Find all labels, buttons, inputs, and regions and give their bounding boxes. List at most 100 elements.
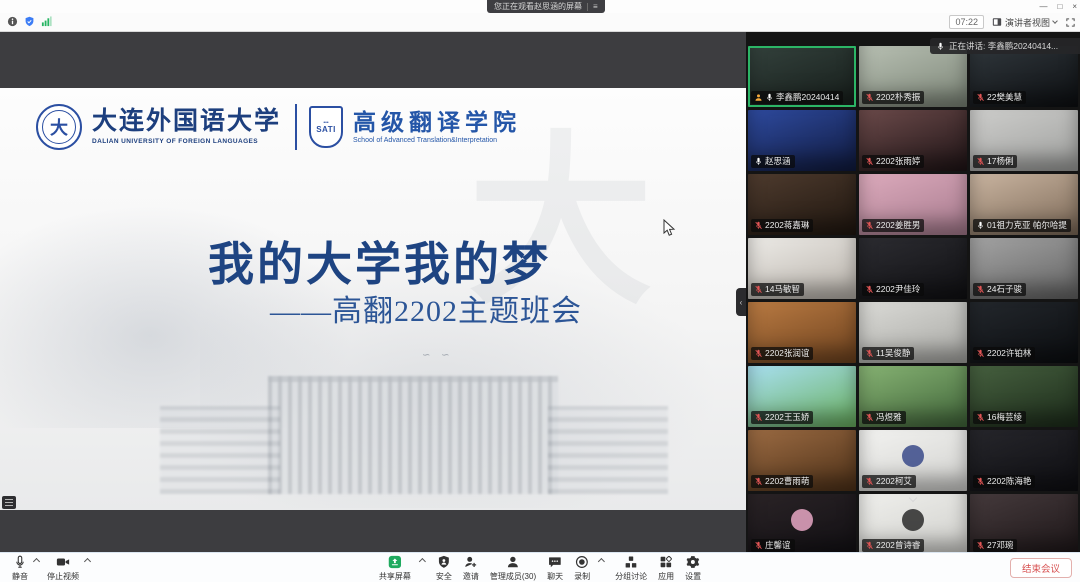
school-name-block: 高级翻译学院 School of Advanced Translation&In… <box>353 110 521 144</box>
participant-badge: 2202王玉娇 <box>751 411 813 424</box>
main-area: 大 大 大连外国语大学 DALIAN UNIVERSITY OF FOREIGN… <box>0 32 1080 552</box>
mic-muted-icon <box>976 93 985 102</box>
toolbar-item-share-screen[interactable]: 共享屏幕 <box>377 554 413 582</box>
participant-badge: 24石子骏 <box>973 283 1026 296</box>
mic-muted-icon <box>865 349 874 358</box>
toolbar-item-record[interactable]: 录制 <box>572 554 592 582</box>
mic-on-icon <box>976 221 985 230</box>
participant-name: 17杨俐 <box>987 156 1013 167</box>
watermark-building <box>548 406 668 494</box>
participant-tile[interactable]: 赵思涵 <box>748 110 856 171</box>
participant-tile[interactable]: 01祖力克亚 帕尔哈提 <box>970 174 1078 235</box>
annotation-menu-button[interactable] <box>2 496 16 509</box>
minimize-button[interactable]: — <box>1039 0 1047 13</box>
participant-tile[interactable]: 2202朴秀振 <box>859 46 967 107</box>
mic-muted-icon <box>865 477 874 486</box>
participant-tile[interactable]: 17杨俐 <box>970 110 1078 171</box>
maximize-button[interactable]: □ <box>1057 0 1062 13</box>
toolbar-item-members[interactable]: 管理成员(30) <box>488 554 538 582</box>
toolbar-item-mic[interactable]: 静音 <box>10 554 30 582</box>
participant-tile[interactable]: 2202蒋嘉琳 <box>748 174 856 235</box>
participant-badge: 11吴俊静 <box>862 347 914 360</box>
mic-on-icon <box>936 42 945 51</box>
chat-icon <box>548 555 562 570</box>
mic-muted-icon <box>976 349 985 358</box>
toolbar-item-settings[interactable]: 设置 <box>683 554 703 582</box>
mic-muted-icon <box>865 157 874 166</box>
speaking-banner: 正在讲话: 李鑫鹏20240414... <box>930 38 1080 54</box>
toolbar-item-camera[interactable]: 停止视频 <box>45 554 81 582</box>
mic-muted-icon <box>754 221 763 230</box>
participant-tile[interactable]: 22樊美慧 <box>970 46 1078 107</box>
participant-name: 庄馨谊 <box>765 540 791 551</box>
topbar: 07:22 演讲者视图 <box>0 13 1080 32</box>
chevron-up-icon[interactable] <box>419 558 426 565</box>
participant-badge: 2202柯艾 <box>862 475 916 488</box>
participant-tile[interactable]: 2202张润谊 <box>748 302 856 363</box>
toolbar-item-security[interactable]: 安全 <box>434 554 454 582</box>
participant-tile[interactable]: 2202张雨婷 <box>859 110 967 171</box>
toolbar-item-label: 设置 <box>685 571 701 582</box>
toolbar-item-chat[interactable]: 聊天 <box>545 554 565 582</box>
participant-name: 22樊美慧 <box>987 92 1022 103</box>
participant-tile[interactable]: 16梅芸绫 <box>970 366 1078 427</box>
toolbar-item-label: 管理成员(30) <box>490 571 536 582</box>
chevron-up-icon[interactable] <box>598 558 605 565</box>
mic-muted-icon <box>754 349 763 358</box>
participant-tile[interactable]: 2202尹佳玲 <box>859 238 967 299</box>
participant-tile[interactable]: 2202曾诗睿 <box>859 494 967 552</box>
participant-badge: 16梅芸绫 <box>973 411 1026 424</box>
mic-muted-icon <box>754 477 763 486</box>
participant-name: 2202朴秀振 <box>876 92 920 103</box>
toolbar-item-label: 静音 <box>12 571 28 582</box>
close-button[interactable]: × <box>1072 0 1077 13</box>
university-logo: 大 <box>36 104 82 150</box>
security-shield-icon[interactable] <box>24 16 35 27</box>
participant-tile[interactable]: 2202许铂林 <box>970 302 1078 363</box>
participant-tile[interactable]: 11吴俊静 <box>859 302 967 363</box>
participant-tile[interactable]: 冯煜雅 <box>859 366 967 427</box>
participant-name: 2202许铂林 <box>987 348 1031 359</box>
participant-tile[interactable]: 2202陈海艳 <box>970 430 1078 491</box>
participant-name: 14马敏智 <box>765 284 800 295</box>
participant-tile[interactable]: 庄馨谊 <box>748 494 856 552</box>
participant-tile[interactable]: 24石子骏 <box>970 238 1078 299</box>
participant-name: 2202曹雨萌 <box>765 476 809 487</box>
watching-screen-pill[interactable]: 您正在观看赵思涵的屏幕 ≡ <box>487 0 605 13</box>
speaking-banner-text: 正在讲话: 李鑫鹏20240414... <box>949 40 1058 52</box>
mic-muted-icon <box>976 541 985 550</box>
view-switch-dropdown[interactable]: 演讲者视图 <box>992 16 1057 29</box>
tile-decoration <box>791 509 813 531</box>
invite-icon <box>464 555 478 570</box>
participant-badge: 17杨俐 <box>973 155 1017 168</box>
participant-tile[interactable]: 李鑫鹏20240414 <box>748 46 856 107</box>
sati-shield-logo: ••• SATI <box>309 106 343 148</box>
chevron-up-icon[interactable] <box>33 558 40 565</box>
toolbar-item-breakout[interactable]: 分组讨论 <box>613 554 649 582</box>
school-name-cn: 高级翻译学院 <box>353 110 521 135</box>
participant-tile[interactable]: 27邓琬 <box>970 494 1078 552</box>
chevron-down-icon <box>1052 18 1058 24</box>
participant-badge: 庄馨谊 <box>751 539 795 552</box>
tile-decoration <box>902 445 924 467</box>
participant-tile[interactable]: 2202柯艾 <box>859 430 967 491</box>
participant-badge: 14马敏智 <box>751 283 804 296</box>
chevron-up-icon[interactable] <box>84 558 91 565</box>
tile-decoration <box>902 509 924 531</box>
participant-tile[interactable]: 2202王玉娇 <box>748 366 856 427</box>
network-signal-icon[interactable] <box>41 16 52 27</box>
chevron-down-icon[interactable] <box>909 494 917 502</box>
toolbar-item-invite[interactable]: 邀请 <box>461 554 481 582</box>
participant-tile[interactable]: 2202姜胜男 <box>859 174 967 235</box>
fullscreen-icon[interactable] <box>1065 17 1076 28</box>
toolbar-item-apps[interactable]: 应用 <box>656 554 676 582</box>
participant-badge: 2202陈海艳 <box>973 475 1035 488</box>
meeting-info-icon[interactable] <box>7 16 18 27</box>
mic-on-icon <box>754 157 763 166</box>
participant-tile[interactable]: 14马敏智 <box>748 238 856 299</box>
panel-collapse-handle[interactable]: ‹ <box>736 288 746 316</box>
participant-tile[interactable]: 2202曹雨萌 <box>748 430 856 491</box>
participant-badge: 2202朴秀振 <box>862 91 924 104</box>
end-meeting-button[interactable]: 结束会议 <box>1010 558 1072 578</box>
pill-more-icon[interactable]: ≡ <box>593 2 598 11</box>
